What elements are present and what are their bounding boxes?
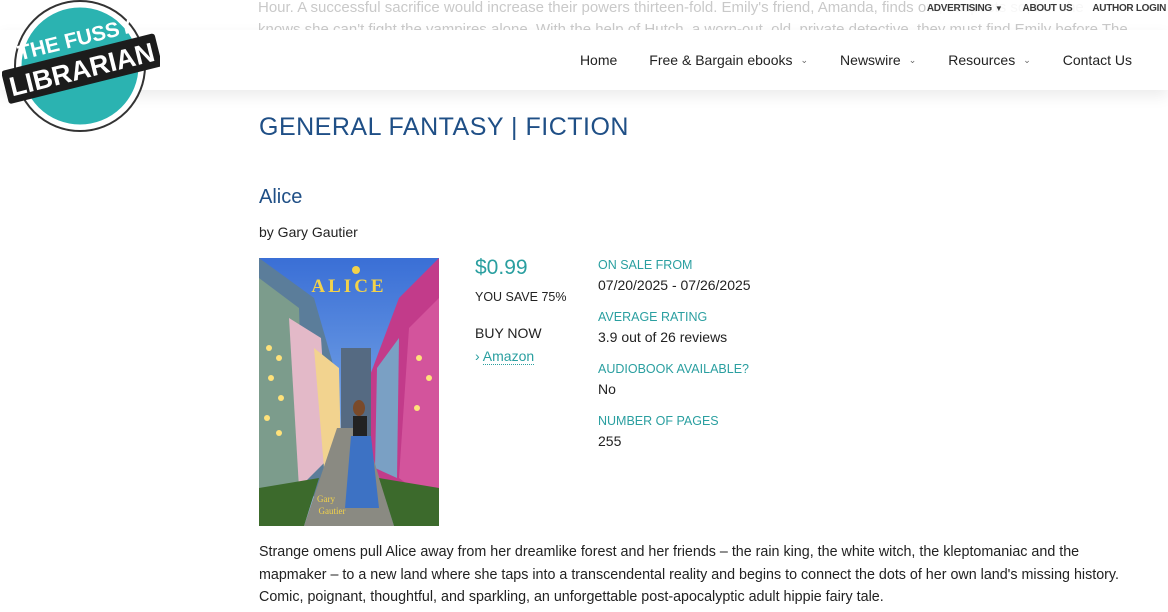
detail-label: NUMBER OF PAGES <box>598 414 719 428</box>
detail-sale: ON SALE FROM 07/20/2025 - 07/26/2025 <box>598 258 751 298</box>
book-title[interactable]: Alice <box>259 186 302 209</box>
cover-author-last: Gautier <box>319 506 346 516</box>
detail-value: 255 <box>598 433 622 449</box>
buy-now-label: BUY NOW <box>475 325 542 341</box>
nav-item-resources[interactable]: Resources ⌄ <box>948 52 1030 68</box>
nav-label: Resources <box>948 52 1016 68</box>
detail-pages: NUMBER OF PAGES 255 <box>598 414 751 454</box>
book-details: ON SALE FROM 07/20/2025 - 07/26/2025 AVE… <box>598 258 751 466</box>
detail-value: 07/20/2025 - 07/26/2025 <box>598 277 751 293</box>
advertising-label: ADVERTISING <box>926 2 992 14</box>
chevron-right-icon: › <box>475 348 480 364</box>
nav-label: Newswire <box>840 52 901 68</box>
site-header: Home Free & Bargain ebooks ⌄ Newswire ⌄ Re… <box>0 30 1168 90</box>
nav-item-free-bargain[interactable]: Free & Bargain ebooks ⌄ <box>649 52 808 68</box>
logo-graphic: THE FUSSY LIBRARIAN <box>1 0 162 132</box>
chevron-down-icon: ⌄ <box>1023 54 1031 65</box>
detail-label: AVERAGE RATING <box>598 310 708 324</box>
detail-audiobook: AUDIOBOOK AVAILABLE? No <box>598 362 751 402</box>
detail-label: ON SALE FROM <box>598 258 693 272</box>
detail-value: No <box>598 381 616 397</box>
cover-art: ALICE Gary Gautier <box>259 258 439 526</box>
chevron-down-icon: ⌄ <box>800 54 809 65</box>
detail-value: 3.9 out of 26 reviews <box>598 329 728 345</box>
about-us-link[interactable]: ABOUT US <box>1023 0 1073 16</box>
detail-rating: AVERAGE RATING 3.9 out of 26 reviews <box>598 310 751 350</box>
advertising-link[interactable]: ADVERTISING ▼ <box>927 0 1003 16</box>
amazon-link[interactable]: › Amazon <box>475 348 535 365</box>
top-utility-bar: ADVERTISING ▼ ABOUT US AUTHOR LOGIN <box>926 0 1168 16</box>
nav-item-home[interactable]: Home <box>580 52 617 68</box>
chevron-down-icon: ▼ <box>994 3 1003 13</box>
detail-label: AUDIOBOOK AVAILABLE? <box>598 362 749 376</box>
page-title: GENERAL FANTASY | FICTION <box>259 113 629 141</box>
nav-item-newswire[interactable]: Newswire ⌄ <box>840 52 916 68</box>
author-login-link[interactable]: AUTHOR LOGIN <box>1092 0 1166 16</box>
book-price: $0.99 <box>475 256 528 279</box>
book-author: by Gary Gautier <box>259 224 358 240</box>
chevron-down-icon: ⌄ <box>908 54 917 65</box>
nav-label: Contact Us <box>1062 52 1132 68</box>
cover-author-first: Gary <box>317 494 335 504</box>
cover-title: ALICE <box>311 276 386 297</box>
nav-label: Free & Bargain ebooks <box>649 52 793 68</box>
site-logo[interactable]: THE FUSSY LIBRARIAN <box>1 0 162 136</box>
amazon-link-label: Amazon <box>482 348 535 365</box>
savings-text: YOU SAVE 75% <box>475 290 567 304</box>
nav-item-contact[interactable]: Contact Us <box>1063 52 1132 68</box>
book-cover-image[interactable]: ALICE Gary Gautier <box>259 258 439 526</box>
nav-label: Home <box>579 52 618 68</box>
main-nav: Home Free & Bargain ebooks ⌄ Newswire ⌄ Re… <box>580 30 1132 90</box>
book-description: Strange omens pull Alice away from her d… <box>259 544 1119 605</box>
